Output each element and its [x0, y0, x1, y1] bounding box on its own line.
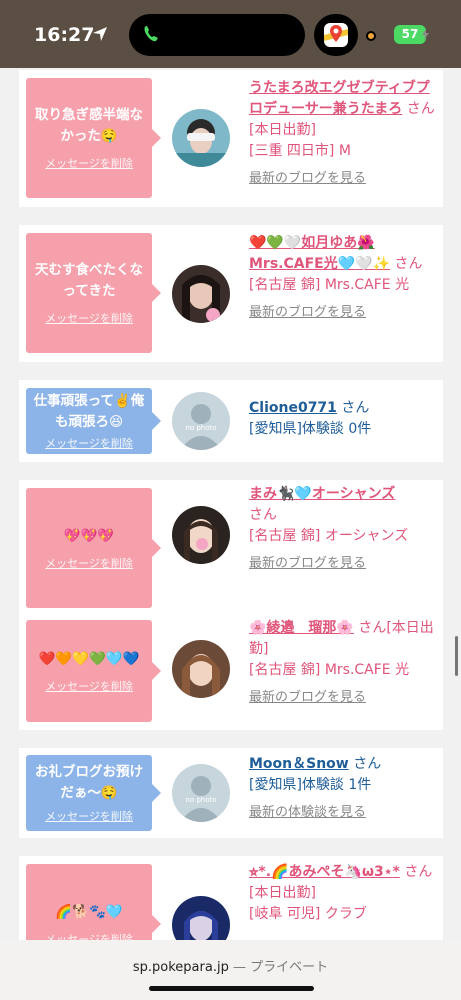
- url-separator: —: [232, 960, 246, 975]
- latest-blog-link[interactable]: 最新のブログを見る: [249, 553, 437, 574]
- latest-blog-link[interactable]: 最新のブログを見る: [249, 168, 437, 189]
- message-bubble: ❤️🧡💛💚🩵💙 メッセージを削除: [26, 620, 161, 722]
- user-info: ❤️💚🤍如月ゆあ🌺Mrs.CAFE光🩵🤍✨ さん [名古屋 錦] Mrs.CAF…: [249, 233, 437, 323]
- shop-label: [愛知県]体験談 1件: [249, 777, 372, 793]
- avatar-photo: [172, 506, 230, 564]
- avatar-photo: [172, 265, 230, 323]
- message-text: 🌈🐕🐾🩵: [55, 903, 123, 920]
- battery-level: 57: [401, 27, 419, 41]
- delete-message-link[interactable]: メッセージを削除: [45, 808, 133, 824]
- delete-message-link[interactable]: メッセージを削除: [45, 931, 133, 941]
- user-suffix: さん: [341, 400, 370, 416]
- shop-label: [三重 四日市] M: [249, 143, 351, 159]
- user-info: まみ🐈‍⬛🩵オーシャンズ さん [名古屋 錦] オーシャンズ 最新のブログを見る: [249, 484, 437, 574]
- message-card: 💖💖💖 メッセージを削除 まみ🐈‍⬛🩵オーシャンズ さん [名古屋 錦] オーシ…: [19, 480, 443, 617]
- home-indicator[interactable]: [149, 986, 314, 991]
- message-text: 取り急ぎ感半端なかった🤤: [35, 107, 143, 144]
- status-time: 16:27: [34, 24, 95, 46]
- delete-message-link[interactable]: メッセージを削除: [45, 678, 133, 694]
- avatar[interactable]: [172, 109, 230, 167]
- avatar[interactable]: [172, 896, 230, 940]
- user-name-link[interactable]: まみ🐈‍⬛🩵オーシャンズ: [249, 486, 395, 502]
- phone-call-icon: [144, 26, 158, 42]
- charging-bolt-icon: [422, 29, 429, 40]
- message-card: 天むす食べたくなってきた メッセージを削除 ❤️💚🤍如月ゆあ🌺Mrs.CAFE光…: [19, 225, 443, 362]
- user-name-link[interactable]: ❤️💚🤍如月ゆあ🌺Mrs.CAFE光🩵🤍✨: [249, 235, 390, 272]
- no-photo-label: no photo: [185, 796, 216, 804]
- delete-message-link[interactable]: メッセージを削除: [45, 435, 133, 451]
- shop-label: [岐阜 可児] クラブ: [249, 906, 367, 922]
- scroll-indicator[interactable]: [455, 636, 458, 676]
- avatar[interactable]: no photo: [172, 764, 230, 822]
- message-bubble: 🌈🐕🐾🩵 メッセージを削除: [26, 864, 161, 941]
- user-info: 🌸綾邉 瑠那🌸 さん[本日出勤] [名古屋 錦] Mrs.CAFE 光 最新のブ…: [249, 618, 437, 708]
- address-bar[interactable]: sp.pokepara.jp — プライベート: [0, 956, 461, 975]
- message-text: ❤️🧡💛💚🩵💙: [38, 650, 140, 667]
- message-bubble: お礼ブログお預けだぁ〜🤤 メッセージを削除: [26, 755, 161, 831]
- delete-message-link[interactable]: メッセージを削除: [45, 310, 133, 326]
- browser-bottom-bar[interactable]: sp.pokepara.jp — プライベート: [0, 940, 461, 1000]
- user-suffix: さん: [394, 256, 423, 272]
- user-name-link[interactable]: うたまろ改エグゼブティブプロデューサー兼うたまろ: [249, 80, 430, 117]
- message-card: 取り急ぎ感半端なかった🤤 メッセージを削除 うたまろ改エグゼブティブプロデューサ…: [19, 70, 443, 207]
- delete-message-link[interactable]: メッセージを削除: [45, 155, 133, 171]
- user-info: ⭐︎*.🌈あみぺそ🦄ω3⋆* さん[本日出勤] [岐阜 可児] クラブ: [249, 862, 437, 925]
- no-photo-placeholder-icon: no photo: [172, 764, 230, 822]
- user-info: Clione0771 さん [愛知県]体験談 0件: [249, 398, 437, 440]
- user-name-link[interactable]: Clione0771: [249, 400, 337, 416]
- user-suffix: さん: [249, 507, 277, 523]
- shop-label: [名古屋 錦] オーシャンズ: [249, 528, 409, 544]
- message-feed[interactable]: 取り急ぎ感半端なかった🤤 メッセージを削除 うたまろ改エグゼブティブプロデューサ…: [0, 68, 461, 940]
- message-card: 🌈🐕🐾🩵 メッセージを削除 ⭐︎*.🌈あみぺそ🦄ω3⋆* さん[本日出勤] [岐…: [19, 856, 443, 940]
- avatar-photo: [172, 109, 230, 167]
- user-name-link[interactable]: ⭐︎*.🌈あみぺそ🦄ω3⋆*: [249, 864, 400, 880]
- message-card: ❤️🧡💛💚🩵💙 メッセージを削除 🌸綾邉 瑠那🌸 さん[本日出勤] [名古屋 錦…: [19, 612, 443, 730]
- avatar-photo: [172, 640, 230, 698]
- recording-indicator: [366, 31, 376, 41]
- avatar[interactable]: no photo: [172, 392, 230, 450]
- user-suffix: さん: [353, 756, 382, 772]
- message-bubble: 取り急ぎ感半端なかった🤤 メッセージを削除: [26, 78, 161, 198]
- private-mode-label: プライベート: [250, 960, 329, 975]
- message-bubble: 天むす食べたくなってきた メッセージを削除: [26, 233, 161, 353]
- maps-icon: [324, 23, 348, 47]
- avatar[interactable]: [172, 640, 230, 698]
- latest-blog-link[interactable]: 最新のブログを見る: [249, 687, 437, 708]
- location-arrow-icon: [93, 27, 107, 41]
- status-bar: 16:27 57: [0, 0, 461, 68]
- no-photo-label: no photo: [185, 424, 216, 432]
- message-text: 天むす食べたくなってきた: [35, 262, 143, 299]
- no-photo-placeholder-icon: no photo: [172, 392, 230, 450]
- user-info: うたまろ改エグゼブティブプロデューサー兼うたまろ さん[本日出勤] [三重 四日…: [249, 78, 437, 189]
- url-domain: sp.pokepara.jp: [132, 960, 229, 975]
- message-text: 💖💖💖: [63, 527, 115, 544]
- delete-message-link[interactable]: メッセージを削除: [45, 555, 133, 571]
- shop-label: [名古屋 錦] Mrs.CAFE 光: [249, 662, 410, 678]
- message-card: 仕事頑張って✌️俺も頑張ろ😆 メッセージを削除 no photo Clione0…: [19, 380, 443, 462]
- avatar[interactable]: [172, 265, 230, 323]
- user-info: Moon＆Snow さん [愛知県]体験談 1件 最新の体験談を見る: [249, 754, 437, 823]
- message-text: お礼ブログお預けだぁ〜🤤: [35, 764, 143, 801]
- avatar-photo: [172, 896, 230, 940]
- message-bubble: 💖💖💖 メッセージを削除: [26, 488, 161, 608]
- message-text: 仕事頑張って✌️俺も頑張ろ😆: [33, 393, 145, 430]
- message-bubble: 仕事頑張って✌️俺も頑張ろ😆 メッセージを削除: [26, 388, 161, 454]
- shop-label: [名古屋 錦] Mrs.CAFE 光: [249, 277, 410, 293]
- shop-label: [愛知県]体験談 0件: [249, 421, 372, 437]
- user-name-link[interactable]: 🌸綾邉 瑠那🌸: [249, 620, 354, 636]
- latest-reviews-link[interactable]: 最新の体験談を見る: [249, 802, 437, 823]
- user-name-link[interactable]: Moon＆Snow: [249, 756, 349, 772]
- latest-blog-link[interactable]: 最新のブログを見る: [249, 302, 437, 323]
- avatar[interactable]: [172, 506, 230, 564]
- message-card: お礼ブログお預けだぁ〜🤤 メッセージを削除 no photo Moon＆Snow…: [19, 748, 443, 838]
